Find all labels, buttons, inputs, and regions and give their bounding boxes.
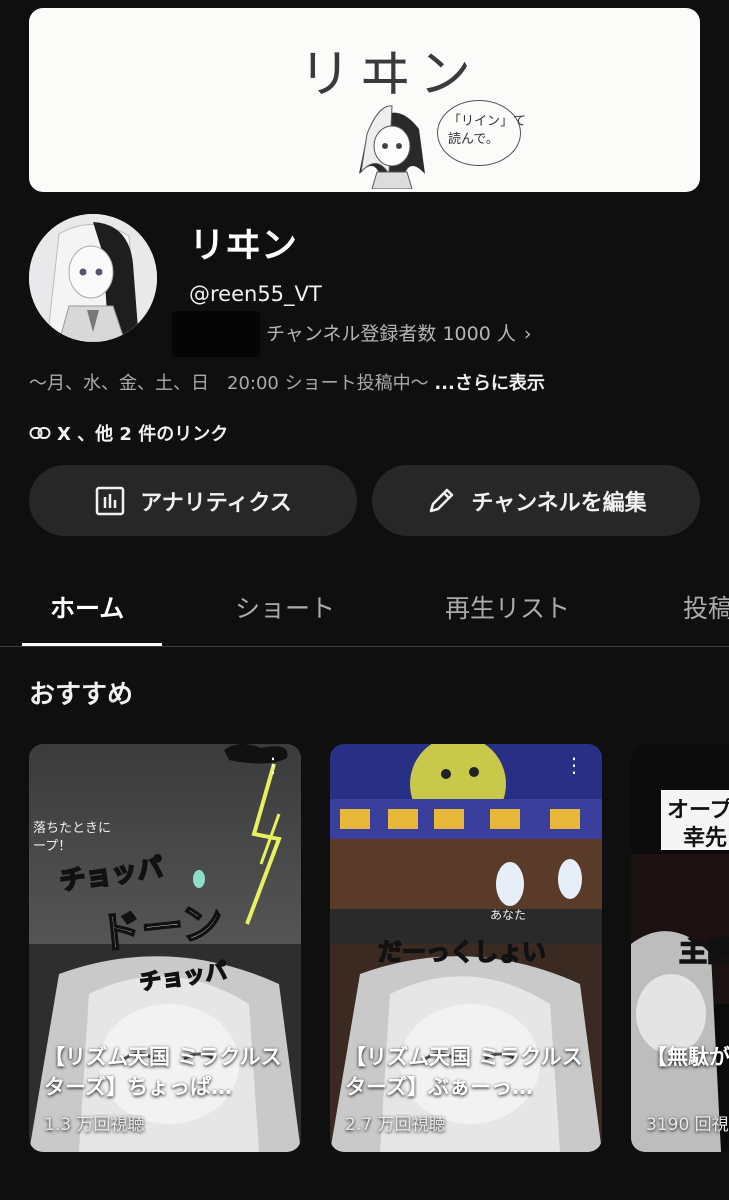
chevron-right-icon: › — [523, 323, 532, 345]
short-views: 2.7 万回視聴 — [345, 1115, 446, 1135]
overlay-small-text: あなた — [490, 908, 527, 922]
short-views: 1.3 万回視聴 — [44, 1115, 145, 1135]
analytics-button[interactable]: アナリティクス — [29, 465, 357, 536]
overlay-text: ドーン — [96, 896, 226, 960]
short-views: 3190 回視 — [646, 1115, 729, 1135]
active-tab-indicator — [22, 643, 162, 646]
banner-character-illustration — [359, 105, 425, 189]
channel-name: リヰン — [189, 225, 298, 266]
channel-tabs: ホーム ショート 再生リスト 投稿 — [0, 575, 729, 647]
overlay-text: 幸先 — [683, 826, 728, 851]
subscriber-count-text: チャンネル登録者数 1000 人 — [266, 323, 516, 345]
more-options-icon[interactable]: ⋮ — [263, 755, 283, 775]
channel-avatar[interactable] — [29, 214, 157, 342]
avatar-illustration — [29, 214, 157, 342]
overlay-small-text: 落ちたときに ープ！ — [33, 821, 112, 855]
banner-speech-bubble: 「リイン」て 読んで。 — [437, 100, 526, 166]
overlay-text: だーっくしょい — [377, 937, 547, 967]
channel-banner: リヰン 「リイン」て 読んで。 — [29, 8, 700, 192]
short-card[interactable]: あなた だーっくしょい ⋮ 【リズム天国 ミラクルスターズ】ぶぁーっ… 2.7 … — [330, 744, 602, 1152]
tab-posts[interactable]: 投稿 — [683, 589, 729, 625]
edit-channel-label: チャンネルを編集 — [471, 490, 647, 516]
overlay-text: 主語 — [678, 934, 729, 969]
short-card[interactable]: 落ちたときに ープ！ チョッパ ドーン チョッパ ⋮ 【リズム天国 ミラクルスタ… — [29, 744, 301, 1152]
channel-handle: @reen55_VT — [189, 282, 322, 306]
more-options-icon[interactable]: ⋮ — [564, 755, 584, 775]
analytics-label: アナリティクス — [140, 490, 292, 516]
analytics-icon — [95, 486, 125, 515]
tab-shorts[interactable]: ショート — [235, 589, 335, 625]
section-title-recommended: おすすめ — [29, 680, 134, 710]
description-text: 〜月、水、金、土、日 20:00 ショート投稿中〜 — [29, 373, 429, 394]
channel-links[interactable]: X 、他 2 件のリンク — [29, 420, 228, 446]
subscriber-count[interactable]: チャンネル登録者数 1000 人 › — [266, 319, 531, 346]
tab-home[interactable]: ホーム — [50, 589, 124, 625]
tab-playlists[interactable]: 再生リスト — [445, 589, 570, 625]
short-title: 【無駄が…主語の耶… — [646, 1045, 729, 1069]
pencil-icon — [430, 488, 454, 512]
edit-channel-button[interactable]: チャンネルを編集 — [372, 465, 700, 536]
short-title: 【リズム天国 ミラクルスターズ】ぶぁーっ… — [345, 1045, 583, 1100]
redaction-block — [172, 311, 260, 357]
short-title: 【リズム天国 ミラクルスターズ】ちょっぱ… — [44, 1045, 282, 1100]
links-label: X 、他 2 件のリンク — [57, 424, 229, 445]
link-icon — [29, 427, 51, 439]
short-card[interactable]: オープ 幸先 主語 【無駄が…主語の耶… 3190 回視 — [631, 744, 729, 1152]
channel-description[interactable]: 〜月、水、金、土、日 20:00 ショート投稿中〜 ...さらに表示 — [29, 369, 545, 395]
show-more-link[interactable]: ...さらに表示 — [434, 373, 545, 394]
